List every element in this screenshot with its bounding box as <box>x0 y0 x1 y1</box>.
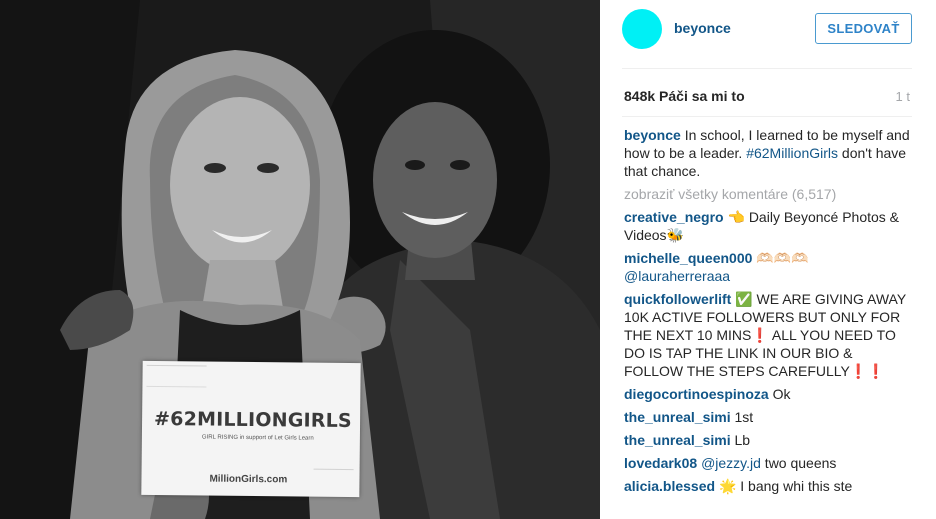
view-all-comments-link[interactable]: zobraziť všetky komentáre (6,517) <box>624 185 914 203</box>
follow-button[interactable]: SLEDOVAŤ <box>815 13 912 44</box>
comment-item: michelle_queen000 🫶🏻🫶🏻🫶🏻 @lauraherreraaa <box>624 249 914 285</box>
comment-text: Ok <box>768 386 791 402</box>
caption-username[interactable]: beyonce <box>624 127 681 143</box>
post-caption: beyonce In school, I learned to be mysel… <box>624 126 914 180</box>
post-sidebar: beyonce SLEDOVAŤ 848k Páči sa mi to 1 t … <box>600 0 936 519</box>
comment-username[interactable]: michelle_queen000 <box>624 250 752 266</box>
comment-list: beyonce In school, I learned to be mysel… <box>624 126 914 500</box>
comment-username[interactable]: alicia.blessed <box>624 478 715 494</box>
post-modal: #62MILLIONGIRLS GIRL RISING in support o… <box>0 0 936 519</box>
sign-subtitle: GIRL RISING in support of Let Girls Lear… <box>201 434 314 442</box>
comment-username[interactable]: quickfollowerlift <box>624 291 731 307</box>
hashtag-sign: #62MILLIONGIRLS GIRL RISING in support o… <box>141 360 361 498</box>
comment-mention[interactable]: @lauraherreraaa <box>624 268 730 284</box>
comment-text: 🫶🏻🫶🏻🫶🏻 <box>752 250 809 266</box>
comment-item: the_unreal_simi 1st <box>624 408 914 426</box>
comment-username[interactable]: creative_negro <box>624 209 724 225</box>
sign-handwriting <box>146 364 207 388</box>
avatar[interactable] <box>622 9 662 49</box>
comment-text: 1st <box>730 409 754 425</box>
comment-username[interactable]: lovedark08 <box>624 455 697 471</box>
comment-text: two queens <box>760 455 837 471</box>
comment-username[interactable]: the_unreal_simi <box>624 432 731 448</box>
post-header: beyonce SLEDOVAŤ <box>600 0 936 60</box>
comment-item: diegocortinoespinoza Ok <box>624 385 914 403</box>
comment-item: creative_negro 👈 Daily Beyoncé Photos & … <box>624 208 914 244</box>
comment-text: Lb <box>730 432 751 448</box>
comment-username[interactable]: diegocortinoespinoza <box>624 386 769 402</box>
comment-item: the_unreal_simi Lb <box>624 431 914 449</box>
caption-hashtag[interactable]: #62MillionGirls <box>746 145 838 161</box>
sign-handwriting <box>313 468 354 488</box>
sign-title: #62MILLIONGIRLS <box>153 407 352 433</box>
comment-text: 🌟 I bang whi this ste <box>715 478 853 494</box>
post-photo[interactable]: #62MILLIONGIRLS GIRL RISING in support o… <box>0 0 600 519</box>
comment-item: lovedark08 @jezzy.jd two queens <box>624 454 914 472</box>
comment-item: alicia.blessed 🌟 I bang whi this ste <box>624 477 914 495</box>
stats-divider <box>622 116 912 117</box>
comment-username[interactable]: the_unreal_simi <box>624 409 731 425</box>
sign-url: MillionGirls.com <box>209 473 288 486</box>
post-timestamp[interactable]: 1 t <box>896 89 910 104</box>
like-count[interactable]: 848k Páči sa mi to <box>624 88 745 104</box>
comment-item: quickfollowerlift ✅ WE ARE GIVING AWAY 1… <box>624 290 914 380</box>
author-username[interactable]: beyonce <box>674 20 731 36</box>
comment-mention[interactable]: @jezzy.jd <box>701 455 761 471</box>
header-divider <box>622 68 912 69</box>
